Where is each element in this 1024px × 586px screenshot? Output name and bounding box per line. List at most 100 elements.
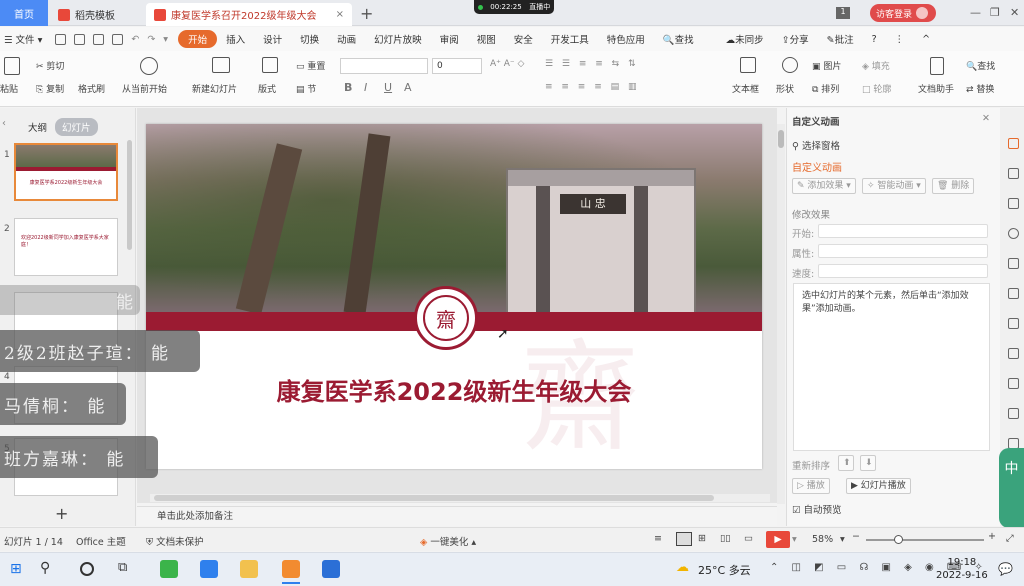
auto-preview-checkbox[interactable]: ☑ 自动预览 xyxy=(792,502,842,516)
add-effect-button[interactable]: ✎ 添加效果 ▾ xyxy=(792,178,856,194)
redo-icon[interactable]: ↷ xyxy=(143,34,159,45)
smart-animation-button[interactable]: ✧ 智能动画 ▾ xyxy=(862,178,926,194)
zoom-slider-thumb[interactable] xyxy=(894,535,903,544)
reset-button[interactable]: ▭ 重置 xyxy=(296,59,325,72)
undo-icon[interactable]: ↶ xyxy=(127,34,143,45)
section-button[interactable]: ▤ 节 xyxy=(296,82,316,95)
menu-tab-developer[interactable]: 开发工具 xyxy=(542,32,598,46)
menu-tab-special[interactable]: 特色应用 xyxy=(598,32,654,46)
layout-button[interactable]: 版式 xyxy=(258,82,276,95)
tab-template[interactable]: 稻壳模板 xyxy=(50,3,140,26)
speed-select[interactable] xyxy=(818,264,988,278)
export-icon[interactable] xyxy=(74,33,86,45)
vertical-scrollbar[interactable] xyxy=(777,124,785,504)
outline-button[interactable]: □ 轮廓 xyxy=(862,82,891,95)
cut-button[interactable]: ✂ 剪切 xyxy=(36,59,64,72)
slide-canvas[interactable]: 山 忠 齋 齋 康复医学系2022级新生年级大会 xyxy=(146,124,762,469)
preview-icon[interactable] xyxy=(112,33,124,45)
menu-search[interactable]: 🔍查找 xyxy=(654,32,703,46)
scroll-thumb[interactable] xyxy=(154,495,714,501)
doc-protect-status[interactable]: ⛨ 文档未保护 xyxy=(146,534,204,548)
play-slideshow-button[interactable]: ▶ xyxy=(766,531,790,548)
bold-button[interactable]: B xyxy=(344,81,352,94)
wps-icon[interactable] xyxy=(282,560,300,578)
pane-close-icon[interactable]: ✕ xyxy=(982,113,990,124)
wps-writer-icon[interactable] xyxy=(322,560,340,578)
animation-pane-icon[interactable] xyxy=(1008,138,1019,149)
font-color-button[interactable]: A xyxy=(404,81,412,94)
document-icon[interactable] xyxy=(1008,408,1019,419)
shape-style-icon[interactable] xyxy=(1008,198,1019,209)
move-down-button[interactable]: ⬇ xyxy=(860,455,876,471)
horizontal-scrollbar[interactable] xyxy=(150,494,770,502)
new-slide-button[interactable]: 新建幻灯片 xyxy=(192,82,237,95)
layers-icon[interactable] xyxy=(1008,348,1019,359)
search-icon[interactable]: ⚲ xyxy=(40,560,50,576)
zoom-slider[interactable] xyxy=(866,539,984,541)
export-pane-icon[interactable] xyxy=(1008,378,1019,389)
select-pane-link[interactable]: ⚲ 选择窗格 xyxy=(792,138,840,152)
file-explorer-icon[interactable] xyxy=(240,560,258,578)
presenter-view-icon[interactable]: ▭ xyxy=(744,533,753,544)
slide-title[interactable]: 康复医学系2022级新生年级大会 xyxy=(146,372,762,407)
help-icon[interactable]: ? xyxy=(863,34,886,45)
add-slide-plus-icon[interactable]: + xyxy=(55,504,68,523)
beautify-button[interactable]: ◈ 一键美化 ▴ xyxy=(420,534,476,548)
slide-thumbnail-1[interactable]: 康复医学系2022级新生年级大会 xyxy=(14,143,118,201)
tab-outline[interactable]: 大纲 xyxy=(28,120,47,134)
paragraph-tools[interactable]: ☰ ☰ ≡ ≡ ⇆ ⇅ xyxy=(545,59,639,69)
grid-icon[interactable] xyxy=(1008,258,1019,269)
doc-helper-button[interactable]: 文档助手 xyxy=(918,82,954,95)
paste-icon[interactable] xyxy=(4,57,20,75)
play-button[interactable]: ▷ 播放 xyxy=(792,478,830,494)
menu-tab-home[interactable]: 开始 xyxy=(178,30,218,48)
notes-toggle-icon[interactable]: ≡ xyxy=(654,533,662,544)
play-options-icon[interactable]: ▾ xyxy=(792,534,797,545)
object-icon[interactable] xyxy=(1008,228,1019,239)
delete-button[interactable]: 🗑 删除 xyxy=(932,178,975,194)
tab-home[interactable]: 首页 xyxy=(0,0,48,26)
tab-slides[interactable]: 幻灯片 xyxy=(55,118,98,136)
comment-button[interactable]: ✎批注 xyxy=(818,32,863,46)
zoom-value[interactable]: 58% xyxy=(812,534,833,545)
italic-button[interactable]: I xyxy=(364,81,367,94)
notification-icon[interactable]: 💬 xyxy=(998,562,1013,576)
tab-document[interactable]: 康复医学系召开2022级年级大会 × xyxy=(146,3,352,26)
menu-tab-security[interactable]: 安全 xyxy=(505,32,542,46)
move-up-button[interactable]: ⬆ xyxy=(838,455,854,471)
collapse-ribbon-icon[interactable]: ^ xyxy=(913,34,939,45)
dropdown-icon[interactable]: ▾ xyxy=(159,34,172,45)
browser-icon[interactable] xyxy=(160,560,178,578)
copy-button[interactable]: ⎘ 复制 xyxy=(36,82,64,95)
align-tools[interactable]: ≡ ≡ ≡ ≡ ▤ ▥ xyxy=(545,82,639,92)
property-select[interactable] xyxy=(818,244,988,258)
weather-widget[interactable]: 25°C 多云 xyxy=(698,562,751,578)
ime-indicator[interactable]: 中 xyxy=(999,448,1024,528)
sorter-view-icon[interactable]: ⊞ xyxy=(698,533,706,544)
new-tab-plus-icon[interactable]: + xyxy=(360,4,373,23)
collapse-panel-icon[interactable]: ‹ xyxy=(2,118,6,129)
shape-button[interactable]: 形状 xyxy=(776,82,794,95)
reading-view-icon[interactable]: ▯▯ xyxy=(720,533,730,544)
start-select[interactable] xyxy=(818,224,988,238)
table-icon[interactable] xyxy=(1008,288,1019,299)
arrange-button[interactable]: ⧉ 排列 xyxy=(812,82,839,95)
underline-button[interactable]: U xyxy=(384,81,392,94)
font-family-select[interactable] xyxy=(340,58,428,74)
close-tab-icon[interactable]: × xyxy=(336,9,344,20)
feishu-icon[interactable] xyxy=(200,560,218,578)
print-icon[interactable] xyxy=(93,33,105,45)
system-clock[interactable]: 19:18 2022-9-16 xyxy=(936,556,988,582)
find-button[interactable]: 🔍查找 xyxy=(966,59,995,72)
menu-tab-transition[interactable]: 切换 xyxy=(291,32,328,46)
font-size-select[interactable]: 0 xyxy=(432,58,482,74)
zoom-out-icon[interactable]: − xyxy=(852,531,860,542)
restore-icon[interactable]: ❐ xyxy=(990,6,1000,19)
menu-tab-slideshow[interactable]: 幻灯片放映 xyxy=(365,32,431,46)
font-grow-icon[interactable]: A⁺ A⁻ ◇ xyxy=(490,59,524,69)
cortana-icon[interactable] xyxy=(80,562,94,576)
paste-button-label[interactable]: 粘贴 xyxy=(0,82,18,95)
picture-button[interactable]: ▣ 图片 xyxy=(812,59,841,72)
from-current-button[interactable]: 从当前开始 xyxy=(122,82,167,95)
template-icon[interactable] xyxy=(1008,168,1019,179)
